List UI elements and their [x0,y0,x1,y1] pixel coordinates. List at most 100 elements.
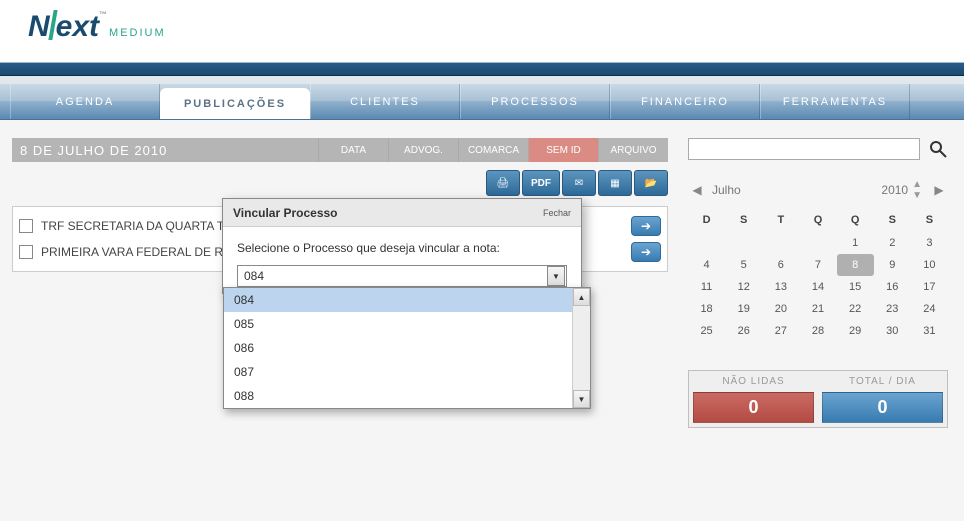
calendar-day[interactable]: 26 [725,320,762,342]
mail-button[interactable]: ✉ [562,170,596,196]
calendar-day[interactable]: 5 [725,254,762,276]
row-open-button[interactable]: ➔ [631,242,661,262]
folder-icon: 📂 [645,178,657,189]
nav-tab-financeiro[interactable]: FINANCEIRO [610,84,760,119]
calendar-day[interactable]: 29 [837,320,874,342]
process-dropdown: 084 085 086 087 088 ▲ ▼ [223,287,591,409]
calendar-day[interactable]: 17 [911,276,948,298]
cal-next-button[interactable]: ▶ [930,183,948,197]
calendar-day [799,232,836,254]
scroll-up-icon[interactable]: ▲ [573,288,590,306]
total-count: 0 [822,392,943,423]
calendar-dow: S [725,208,762,232]
page-date: 8 DE JULHO DE 2010 [12,138,318,162]
row-checkbox[interactable] [19,219,33,233]
calendar-dow: S [911,208,948,232]
calendar-dow: Q [837,208,874,232]
calendar-day[interactable]: 2 [874,232,911,254]
calendar-day[interactable]: 14 [799,276,836,298]
filter-arquivo[interactable]: ARQUIVO [598,138,668,162]
calendar-day[interactable]: 21 [799,298,836,320]
print-button[interactable]: 🖨 [486,170,520,196]
year-stepper[interactable]: ▲▼ [912,179,922,201]
chevron-down-icon: ▼ [547,266,565,286]
modal-title: Vincular Processo [233,206,338,220]
link-process-modal: Vincular Processo Fechar Selecione o Pro… [222,198,582,294]
select-value: 084 [244,269,264,283]
search-icon [928,139,948,159]
calendar-day[interactable]: 22 [837,298,874,320]
calendar-day[interactable]: 20 [762,298,799,320]
modal-close-button[interactable]: Fechar [543,208,571,218]
title-bar: 8 DE JULHO DE 2010 DATA ADVOG. COMARCA S… [12,138,668,162]
calendar-day[interactable]: 28 [799,320,836,342]
calendar-day[interactable]: 27 [762,320,799,342]
total-label: TOTAL / DIA [818,371,947,392]
modal-header[interactable]: Vincular Processo Fechar [223,199,581,227]
calendar-header: ◀ Julho 2010 ▲▼ ▶ [688,178,948,202]
row-checkbox[interactable] [19,245,33,259]
filter-advog[interactable]: ADVOG. [388,138,458,162]
calendar-day[interactable]: 6 [762,254,799,276]
search-input[interactable] [688,138,920,160]
nav-tab-agenda[interactable]: AGENDA [10,84,160,119]
calendar-day[interactable]: 19 [725,298,762,320]
unread-label: NÃO LIDAS [689,371,818,392]
calendar-day[interactable]: 11 [688,276,725,298]
calendar-day[interactable]: 30 [874,320,911,342]
calendar-dow: Q [799,208,836,232]
header-stripe [0,62,964,76]
calendar-day[interactable]: 12 [725,276,762,298]
calendar-day[interactable]: 8 [837,254,874,276]
pdf-button[interactable]: PDF [522,170,560,196]
nav-tab-publicacoes[interactable]: PUBLICAÇÕES [160,88,310,119]
search-button[interactable] [928,139,948,159]
calendar-day[interactable]: 3 [911,232,948,254]
logo: Next™MEDIUM [28,10,166,44]
calendar-day [688,232,725,254]
nav-tab-ferramentas[interactable]: FERRAMENTAS [760,84,910,119]
calendar-day[interactable]: 18 [688,298,725,320]
scroll-down-icon[interactable]: ▼ [573,390,590,408]
calendar-day[interactable]: 31 [911,320,948,342]
row-open-button[interactable]: ➔ [631,216,661,236]
calendar-day[interactable]: 4 [688,254,725,276]
unread-count: 0 [693,392,814,423]
calendar-day[interactable]: 1 [837,232,874,254]
print-icon: 🖨 [497,178,510,189]
grid-icon: ▦ [610,178,619,189]
dropdown-option[interactable]: 084 [224,288,572,312]
filter-sem-id[interactable]: SEM ID [528,138,598,162]
folder-button[interactable]: 📂 [634,170,668,196]
calendar-day[interactable]: 13 [762,276,799,298]
filter-comarca[interactable]: COMARCA [458,138,528,162]
calendar-year: 2010 [881,183,908,197]
filter-data[interactable]: DATA [318,138,388,162]
cal-prev-button[interactable]: ◀ [688,183,706,197]
calendar-day[interactable]: 24 [911,298,948,320]
calendar-month: Julho [712,183,741,197]
calc-button[interactable]: ▦ [598,170,632,196]
process-select[interactable]: 084 ▼ 084 085 086 087 088 [237,265,567,287]
dropdown-option[interactable]: 088 [224,384,572,408]
calendar-day[interactable]: 7 [799,254,836,276]
calendar-day[interactable]: 15 [837,276,874,298]
dropdown-option[interactable]: 085 [224,312,572,336]
modal-prompt: Selecione o Processo que deseja vincular… [237,241,567,255]
calendar-day [725,232,762,254]
arrow-right-icon: ➔ [641,245,651,259]
calendar-day[interactable]: 25 [688,320,725,342]
calendar-dow: T [762,208,799,232]
calendar-day[interactable]: 9 [874,254,911,276]
action-bar: 🖨 PDF ✉ ▦ 📂 [12,170,668,196]
calendar-day[interactable]: 16 [874,276,911,298]
dropdown-option[interactable]: 086 [224,336,572,360]
arrow-right-icon: ➔ [641,219,651,233]
dropdown-option[interactable]: 087 [224,360,572,384]
dropdown-scrollbar[interactable]: ▲ ▼ [572,288,590,408]
nav-tab-clientes[interactable]: CLIENTES [310,84,460,119]
calendar-day[interactable]: 10 [911,254,948,276]
nav-tab-processos[interactable]: PROCESSOS [460,84,610,119]
header-gap [0,76,964,84]
calendar-day[interactable]: 23 [874,298,911,320]
